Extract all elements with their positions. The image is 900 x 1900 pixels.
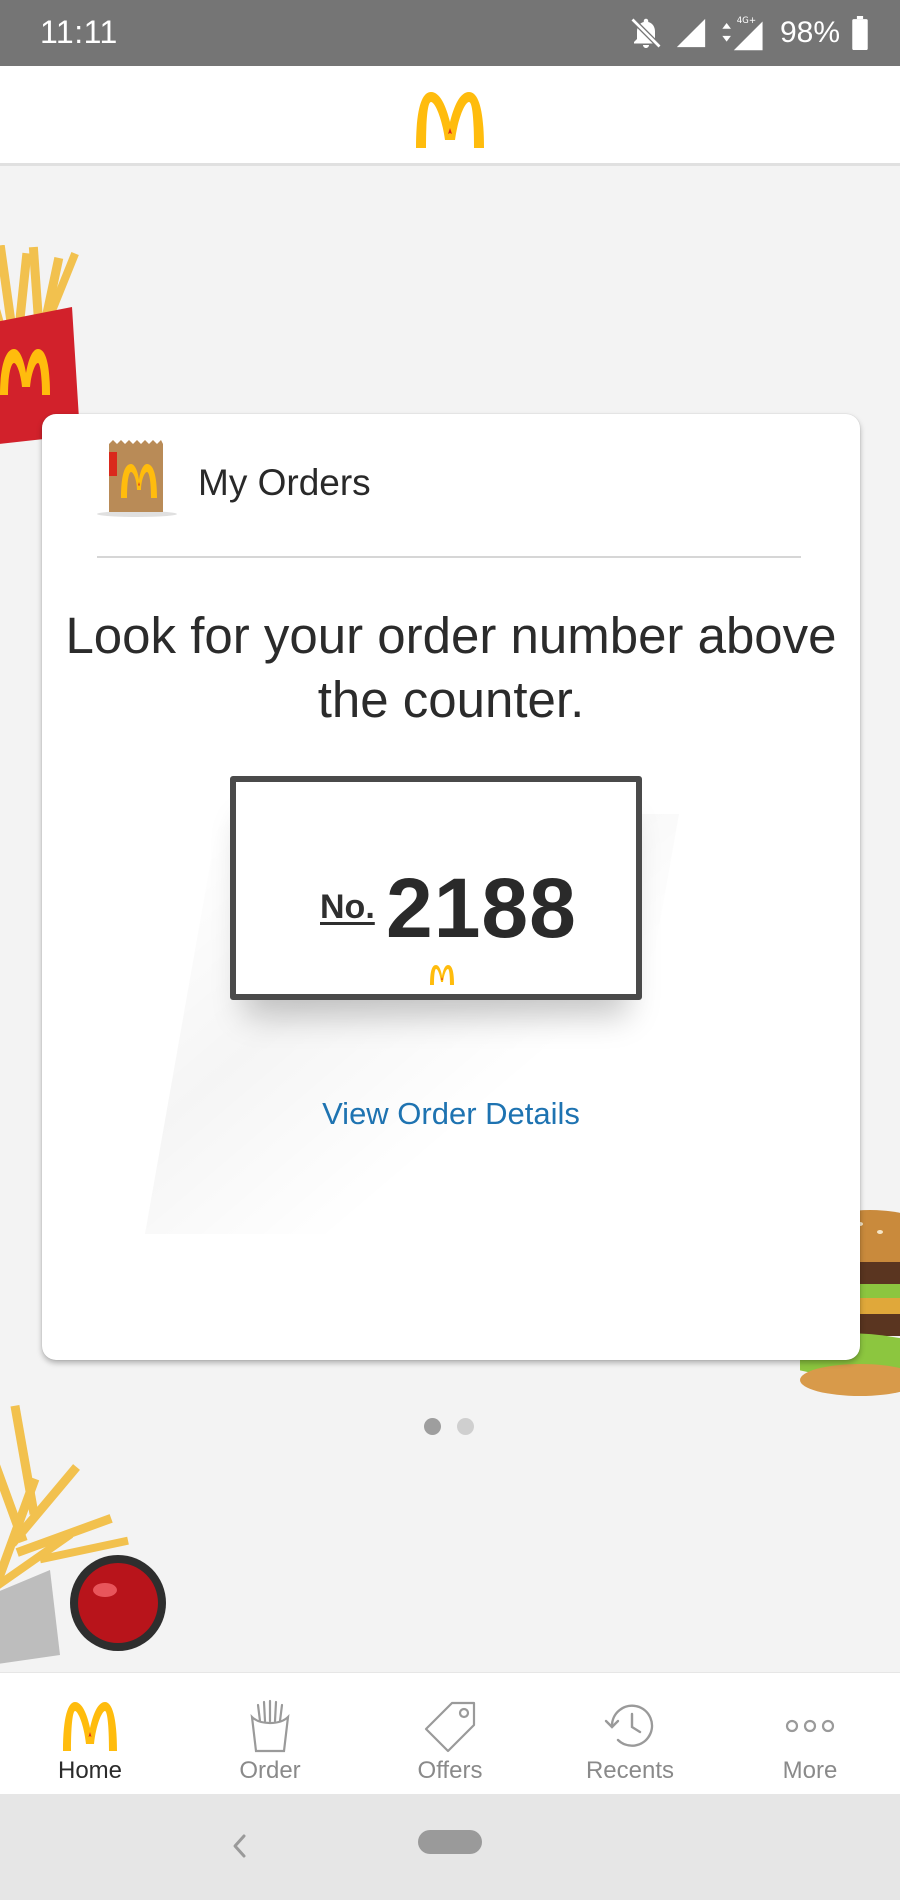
nav-label-more: More: [782, 1757, 838, 1784]
card-divider: [97, 556, 801, 558]
back-chevron-icon[interactable]: [224, 1824, 254, 1868]
nav-label-order: Order: [239, 1757, 301, 1784]
screen: 11:11 4G+ 98% My Orders Look for your or…: [0, 0, 900, 1900]
notifications-off-icon: [630, 17, 662, 49]
fries-box-icon: [250, 1699, 290, 1753]
card-title: My Orders: [198, 462, 371, 503]
battery-percent: 98%: [779, 16, 840, 49]
paper-bag-icon: [97, 440, 177, 517]
price-tag-icon: [424, 1701, 476, 1753]
system-navigation-bar: [0, 1794, 900, 1900]
nav-label-recents: Recents: [585, 1757, 675, 1784]
view-order-details-link[interactable]: View Order Details: [42, 1096, 860, 1132]
pager-dot-1[interactable]: [424, 1418, 441, 1435]
nav-item-more[interactable]: More: [720, 1673, 900, 1795]
status-icons: 4G+ 98%: [628, 12, 870, 54]
mobile-data-icon: 4G+: [722, 16, 763, 51]
status-time: 11:11: [40, 14, 118, 50]
nav-item-home[interactable]: Home: [0, 1673, 180, 1795]
home-pill-button[interactable]: [418, 1830, 482, 1854]
nav-label-home: Home: [57, 1757, 123, 1784]
network-type-label: 4G+: [737, 16, 756, 26]
carousel-pager: [424, 1418, 474, 1435]
nav-item-recents[interactable]: Recents: [540, 1673, 720, 1795]
my-orders-card: My Orders Look for your order number abo…: [42, 414, 860, 1360]
status-bar: 11:11 4G+ 98%: [0, 0, 900, 66]
fries-ketchup-decoration: [0, 1404, 166, 1664]
more-dots-icon: [785, 1719, 835, 1733]
golden-arches-icon: [63, 1702, 117, 1751]
nav-label-offers: Offers: [417, 1757, 483, 1784]
golden-arches-icon[interactable]: [412, 88, 488, 150]
order-number-prefix: No.: [320, 888, 375, 926]
order-instruction-text: Look for your order number above the cou…: [65, 607, 837, 728]
nav-item-offers[interactable]: Offers: [360, 1673, 540, 1795]
pager-dot-2[interactable]: [457, 1418, 474, 1435]
battery-icon: [852, 16, 868, 50]
golden-arches-mini-icon: [430, 965, 454, 985]
app-header: [0, 66, 900, 166]
nav-item-order[interactable]: Order: [180, 1673, 360, 1795]
bottom-navigation: Home Order Offers Recents More: [0, 1672, 900, 1794]
history-clock-icon: [604, 1704, 654, 1747]
order-number-box: No. 2188: [230, 776, 642, 1000]
order-number: 2188: [386, 861, 577, 955]
signal-icon: [676, 18, 706, 48]
